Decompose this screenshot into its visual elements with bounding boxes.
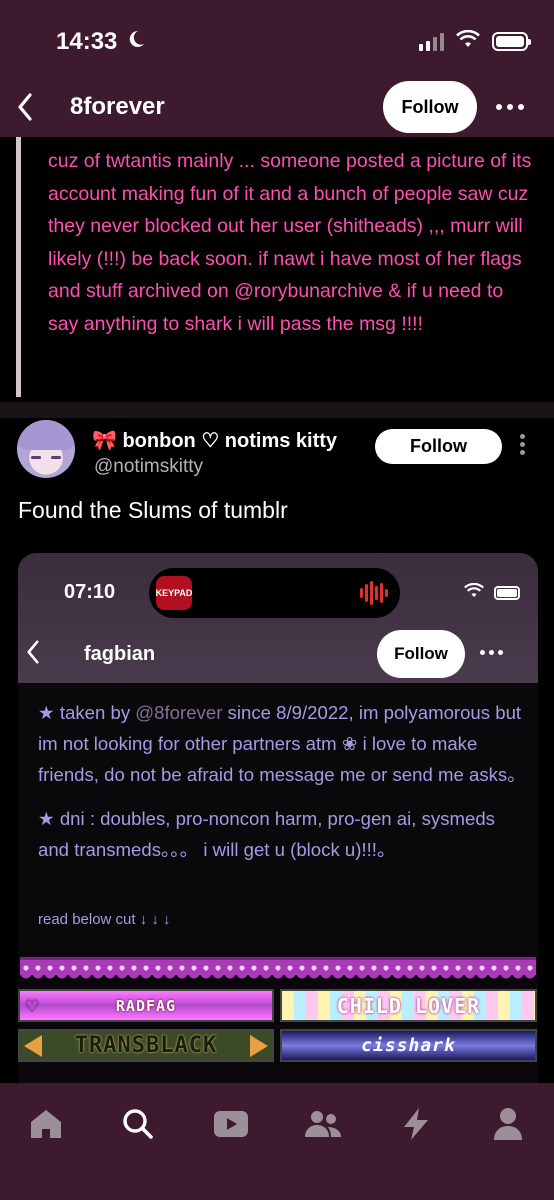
flag-banner: TRANSBLACK <box>18 1029 274 1062</box>
embedded-screenshot[interactable]: 07:10 KEYPAD fagbian Follow ★ taken by @… <box>18 553 538 1083</box>
moon-icon <box>126 29 146 55</box>
screenshot-time: 07:10 <box>64 581 116 603</box>
screenshot-description: ★ taken by @8forever since 8/9/2022, im … <box>38 702 526 860</box>
avatar[interactable] <box>17 420 75 478</box>
flag-banner: ♡ RADFAG <box>18 989 274 1022</box>
status-time: 14:33 <box>56 28 118 55</box>
blog-title[interactable]: 8forever <box>70 93 165 121</box>
reblogger-name[interactable]: 🎀 bonbon ♡ notims kitty <box>92 428 337 453</box>
video-icon[interactable] <box>208 1101 254 1147</box>
top-bar: 14:33 8forever Follow <box>0 0 554 137</box>
signal-icon <box>419 32 444 51</box>
home-icon[interactable] <box>23 1101 69 1147</box>
wifi-icon <box>464 582 484 603</box>
audio-wave-icon <box>360 581 388 605</box>
account-icon[interactable] <box>485 1101 531 1147</box>
back-button[interactable] <box>8 87 42 127</box>
bottom-nav <box>0 1083 554 1200</box>
more-options-button[interactable] <box>490 93 530 121</box>
post-text: Found the Slums of tumblr <box>18 497 288 523</box>
activity-icon[interactable] <box>393 1101 439 1147</box>
post-divider <box>0 402 554 418</box>
reblogger-handle[interactable]: @notimskitty <box>94 456 203 478</box>
quote-text: cuz of twtantis mainly ... someone poste… <box>48 150 532 335</box>
dynamic-island: KEYPAD <box>149 568 400 618</box>
heart-icon: ♡ <box>26 994 40 1018</box>
read-more-cut: read below cut ↓ ↓ ↓ <box>38 911 171 928</box>
reblogger-follow-button[interactable]: Follow <box>375 429 502 464</box>
quoted-post: cuz of twtantis mainly ... someone poste… <box>0 137 554 400</box>
flag-banner: CHILD LOVER <box>280 989 537 1022</box>
chevron-left-icon <box>18 93 32 121</box>
chevron-left-icon <box>26 640 40 669</box>
battery-icon <box>492 32 531 51</box>
screenshot-status-icons <box>464 582 520 603</box>
battery-icon <box>494 586 520 600</box>
screenshot-header: 07:10 KEYPAD fagbian Follow <box>18 553 538 683</box>
search-icon[interactable] <box>115 1101 161 1147</box>
communities-icon[interactable] <box>300 1101 346 1147</box>
more-icon <box>480 650 503 655</box>
status-icons <box>419 29 531 53</box>
follow-button[interactable]: Follow <box>383 81 477 133</box>
wifi-icon <box>456 29 480 53</box>
app-logo-icon: KEYPAD <box>156 576 192 610</box>
screenshot-blog-title: fagbian <box>84 643 156 665</box>
quote-bar <box>16 137 21 397</box>
lace-divider <box>20 957 536 981</box>
screenshot-follow-button: Follow <box>377 630 465 678</box>
post-more-button[interactable] <box>520 434 525 455</box>
flag-banner: cisshark <box>280 1029 537 1062</box>
